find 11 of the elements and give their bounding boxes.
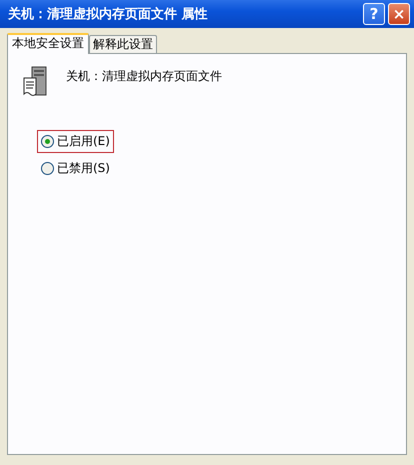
window-title: 关机：清理虚拟内存页面文件 属性 (8, 6, 208, 23)
close-button[interactable]: × (388, 3, 410, 25)
server-document-icon (22, 66, 48, 98)
radio-button[interactable] (41, 162, 54, 175)
tab[interactable]: 解释此设置 (89, 35, 157, 53)
help-button[interactable]: ? (363, 3, 385, 25)
tab[interactable]: 本地安全设置 (7, 33, 89, 54)
radio-button[interactable] (41, 135, 54, 148)
policy-title: 关机：清理虚拟内存页面文件 (66, 68, 222, 85)
option-label: 已禁用(S) (57, 160, 110, 177)
option-label: 已启用(E) (57, 133, 110, 150)
